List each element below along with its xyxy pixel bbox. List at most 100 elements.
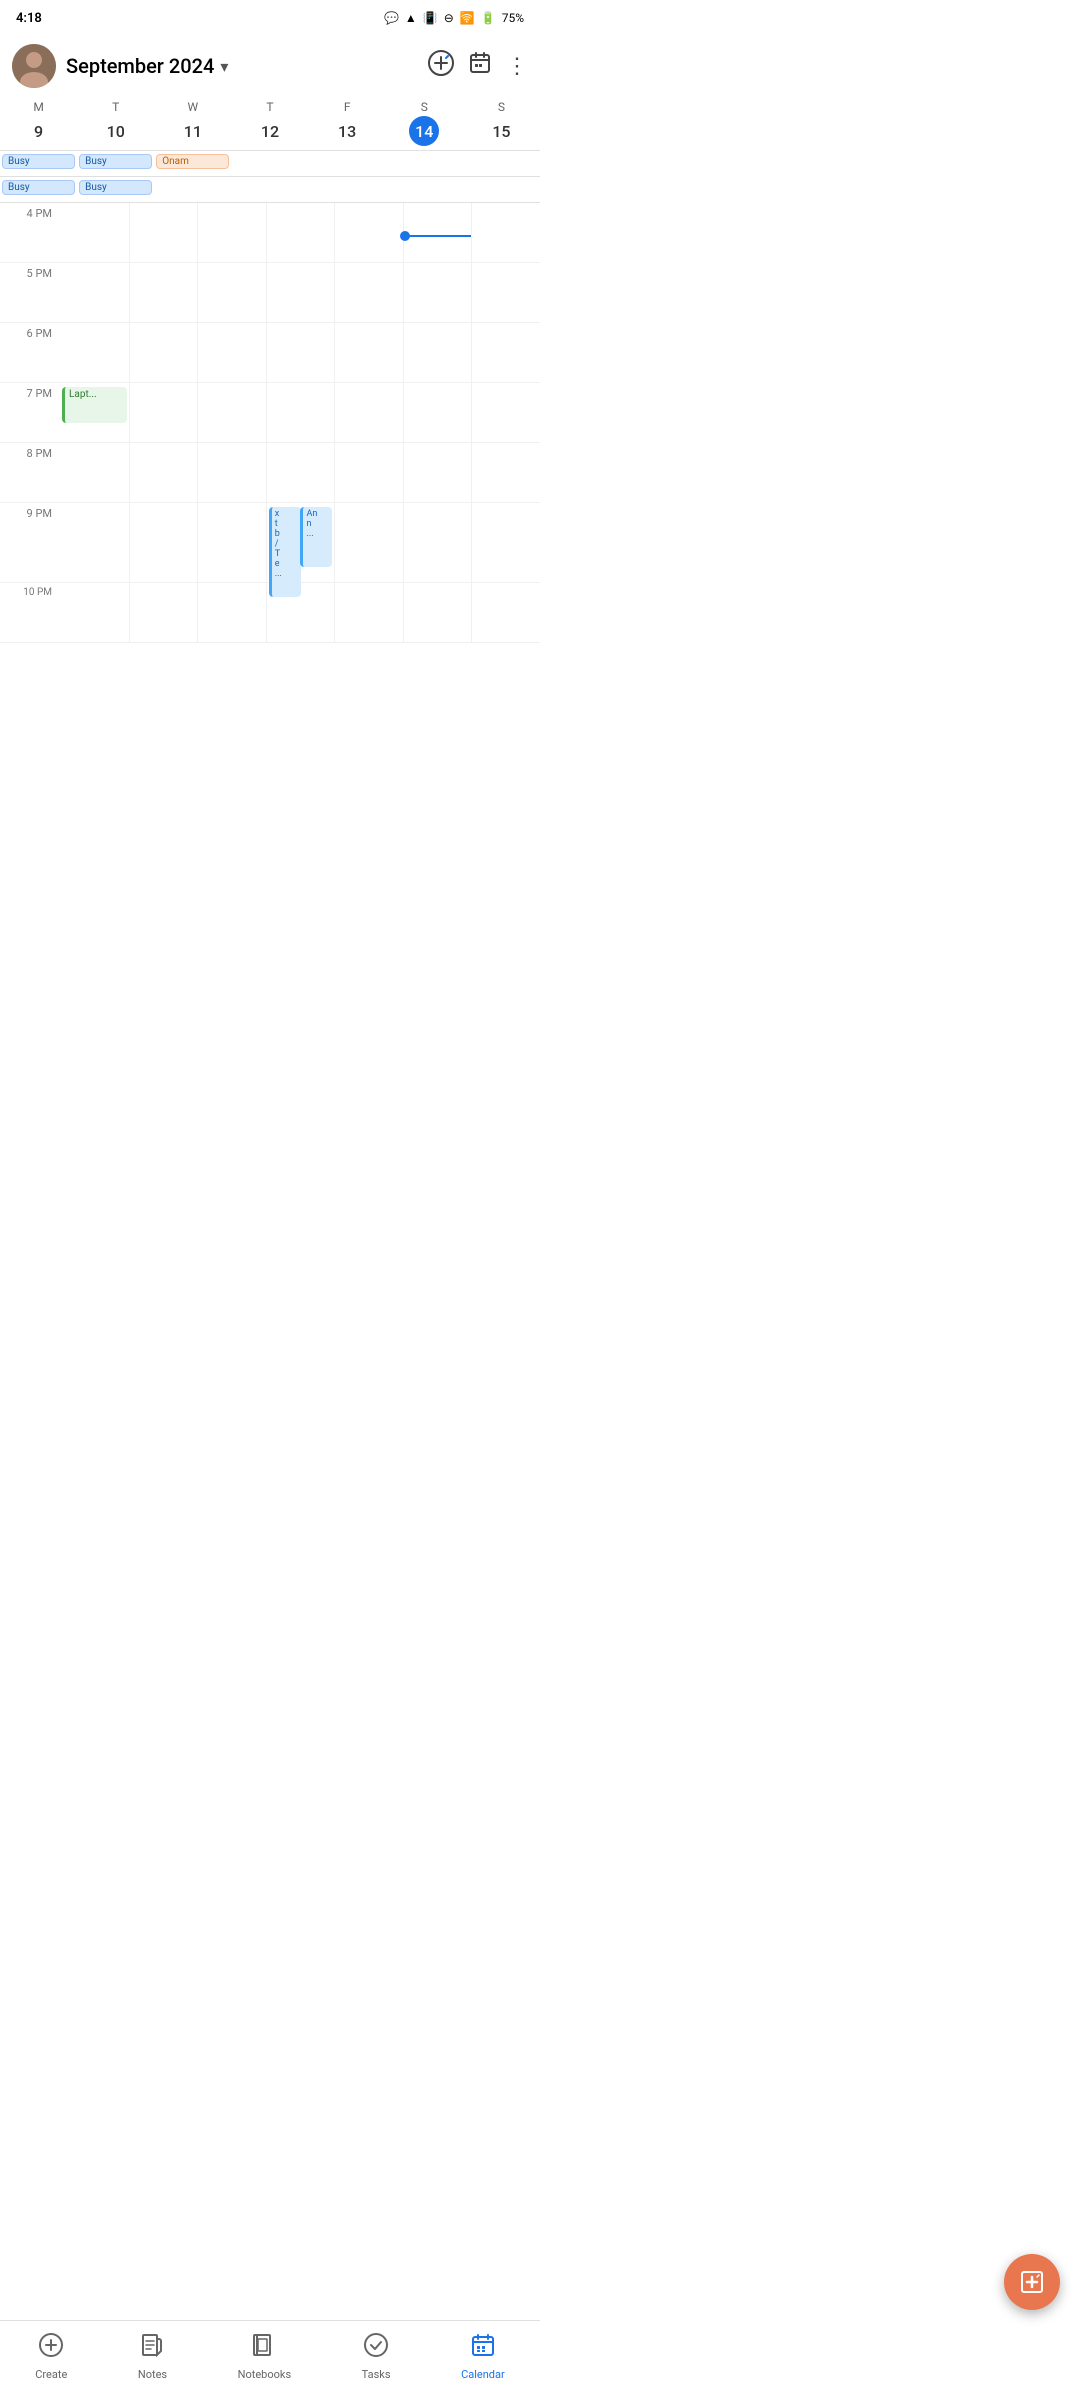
event-laptop[interactable]: Lapt... — [62, 387, 127, 423]
event-chip-busy-tue-1[interactable]: Busy — [79, 154, 152, 169]
day-letter-3: T — [266, 100, 273, 114]
time-cols-5pm — [60, 263, 540, 322]
bottom-nav: Create Notes Notebooks Tas — [0, 2320, 540, 2400]
status-icons: 💬 ▲ 📳 ⊖ 🛜 🔋 75% — [384, 11, 524, 25]
time-col-9pm-4 — [334, 503, 403, 582]
day-col-2: W 11 — [154, 96, 231, 150]
day-letter-0: M — [33, 100, 43, 114]
day-col-5: S 14 — [386, 96, 463, 150]
day-num-2[interactable]: 11 — [178, 116, 208, 146]
time-col-9pm-3[interactable]: xtb/Te... Ann... — [266, 503, 335, 582]
time-col-4pm-2 — [197, 203, 266, 262]
time-col-9pm-2 — [197, 503, 266, 582]
time-col-5pm-6 — [471, 263, 540, 322]
day-num-1[interactable]: 10 — [101, 116, 131, 146]
chip-cell-4 — [309, 153, 386, 172]
event-chips-row-2: Busy Busy — [0, 177, 540, 203]
user-avatar[interactable] — [12, 44, 56, 88]
day-num-3[interactable]: 12 — [255, 116, 285, 146]
time-cols-9pm: xtb/Te... Ann... — [60, 503, 540, 582]
day-num-5[interactable]: 14 — [409, 116, 439, 146]
time-col-10pm-6 — [471, 583, 540, 642]
nav-notes-label: Notes — [138, 2368, 167, 2381]
time-col-8pm-2 — [197, 443, 266, 502]
nav-notes[interactable]: Notes — [126, 2328, 179, 2385]
event-ann[interactable]: Ann... — [300, 507, 332, 567]
calendar-view-button[interactable] — [468, 51, 492, 81]
time-col-5pm-0 — [60, 263, 129, 322]
app-header: September 2024 ▾ ⋮ — [0, 36, 540, 96]
day-letter-6: S — [498, 100, 505, 114]
time-col-9pm-0 — [60, 503, 129, 582]
time-cols-7pm: Lapt... — [60, 383, 540, 442]
event-chip-busy-tue-2[interactable]: Busy — [79, 180, 152, 195]
day-letter-1: T — [112, 100, 119, 114]
time-col-4pm-1 — [129, 203, 198, 262]
time-row-5pm: 5 PM — [0, 263, 540, 323]
time-col-10pm-2 — [197, 583, 266, 642]
chip-cell-r2-6 — [463, 179, 540, 198]
time-col-9pm-6 — [471, 503, 540, 582]
event-chip-onam[interactable]: Onam — [156, 154, 229, 169]
day-num-0[interactable]: 9 — [24, 116, 54, 146]
nav-notebooks-label: Notebooks — [238, 2368, 292, 2381]
time-label-9pm: 9 PM — [0, 503, 60, 582]
main-content: 4:18 💬 ▲ 📳 ⊖ 🛜 🔋 75% September 2024 ▾ — [0, 0, 540, 723]
calendar-icon — [470, 2332, 496, 2364]
time-col-5pm-3 — [266, 263, 335, 322]
chip-cell-2: Onam — [154, 153, 231, 172]
nav-calendar[interactable]: Calendar — [449, 2328, 517, 2385]
chevron-down-icon: ▾ — [220, 57, 228, 76]
time-col-8pm-6 — [471, 443, 540, 502]
add-event-button[interactable] — [428, 50, 454, 82]
time-col-8pm-0 — [60, 443, 129, 502]
event-chips-row: Busy Busy Onam — [0, 151, 540, 177]
chip-cell-5 — [386, 153, 463, 172]
current-time-dot — [400, 231, 410, 241]
nav-notebooks[interactable]: Notebooks — [226, 2328, 304, 2385]
time-col-6pm-5 — [403, 323, 472, 382]
time-col-10pm-5 — [403, 583, 472, 642]
day-col-0: M 9 — [0, 96, 77, 150]
day-num-4[interactable]: 13 — [332, 116, 362, 146]
time-grid: 4 PM 5 PM — [0, 203, 540, 643]
time-col-6pm-1 — [129, 323, 198, 382]
nav-calendar-label: Calendar — [461, 2368, 505, 2381]
wifi-icon: 🛜 — [460, 11, 475, 25]
day-letter-2: W — [188, 100, 199, 114]
create-event-fab[interactable] — [1004, 2254, 1060, 2310]
battery-pct: 75% — [502, 11, 524, 25]
chip-cell-r2-3 — [231, 179, 308, 198]
chip-cell-3 — [231, 153, 308, 172]
time-col-7pm-0[interactable]: Lapt... — [60, 383, 129, 442]
month-title-text: September 2024 — [66, 54, 214, 78]
event-text-te[interactable]: xtb/Te... — [269, 507, 301, 597]
time-label-5pm: 5 PM — [0, 263, 60, 322]
nav-create[interactable]: Create — [23, 2328, 79, 2385]
nav-tasks[interactable]: Tasks — [350, 2328, 403, 2385]
event-chip-busy-mon-2[interactable]: Busy — [2, 180, 75, 195]
chip-cell-6 — [463, 153, 540, 172]
time-col-5pm-4 — [334, 263, 403, 322]
time-label-8pm: 8 PM — [0, 443, 60, 502]
week-header: M 9 T 10 W 11 T 12 F 13 S 14 S 15 — [0, 96, 540, 151]
month-title-group[interactable]: September 2024 ▾ — [66, 54, 418, 78]
event-chip-busy-mon-1[interactable]: Busy — [2, 154, 75, 169]
chip-cell-0: Busy — [0, 153, 77, 172]
time-col-8pm-1 — [129, 443, 198, 502]
time-col-6pm-3 — [266, 323, 335, 382]
time-col-6pm-4 — [334, 323, 403, 382]
more-options-button[interactable]: ⋮ — [506, 54, 528, 79]
time-col-8pm-4 — [334, 443, 403, 502]
day-num-6[interactable]: 15 — [486, 116, 516, 146]
status-bar: 4:18 💬 ▲ 📳 ⊖ 🛜 🔋 75% — [0, 0, 540, 36]
time-col-7pm-5 — [403, 383, 472, 442]
time-col-6pm-0 — [60, 323, 129, 382]
day-col-6: S 15 — [463, 96, 540, 150]
day-col-4: F 13 — [309, 96, 386, 150]
nav-tasks-label: Tasks — [362, 2368, 391, 2381]
time-label-6pm: 6 PM — [0, 323, 60, 382]
time-col-10pm-4 — [334, 583, 403, 642]
tasks-icon — [363, 2332, 389, 2364]
time-label-4pm: 4 PM — [0, 203, 60, 262]
